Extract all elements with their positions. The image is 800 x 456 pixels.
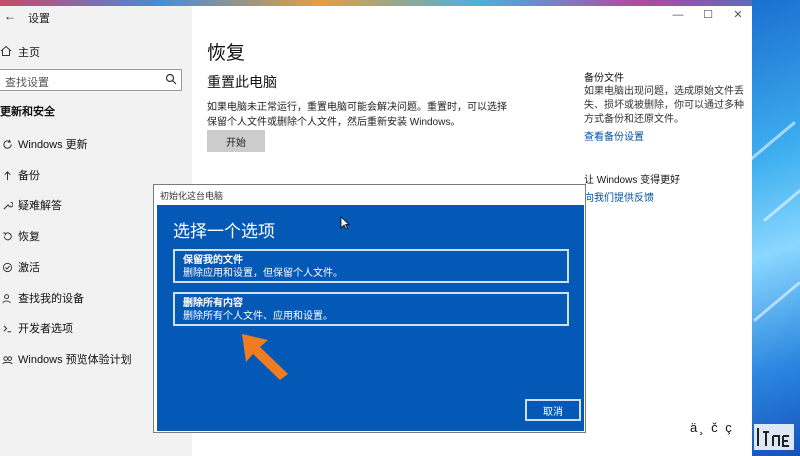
sync-icon — [0, 139, 14, 150]
keep-files-option[interactable]: 保留我的文件 删除应用和设置，但保留个人文件。 — [173, 249, 569, 283]
close-button[interactable]: ✕ — [724, 6, 752, 24]
person-location-icon — [0, 293, 14, 304]
orange-pointer-arrow-icon — [242, 334, 288, 380]
remove-everything-option[interactable]: 删除所有内容 删除所有个人文件、应用和设置。 — [173, 292, 569, 326]
backup-settings-link[interactable]: 查看备份设置 — [584, 128, 644, 143]
option-title: 保留我的文件 — [183, 255, 243, 266]
sidebar-item-label: Windows 预览体验计划 — [18, 354, 132, 366]
recovery-icon — [0, 231, 14, 242]
sidebar-item-label: 恢复 — [18, 231, 40, 243]
windows-insider-icon — [0, 354, 14, 365]
sidebar-item-home[interactable]: 主页 — [0, 42, 192, 62]
feedback-link[interactable]: 向我们提供反馈 — [584, 189, 654, 204]
minimize-button[interactable]: — — [664, 6, 692, 24]
backup-icon — [0, 170, 14, 181]
site-logo-icon — [754, 424, 794, 450]
desktop-wallpaper — [748, 0, 800, 456]
sidebar-item-label: 主页 — [18, 47, 40, 59]
check-circle-icon — [0, 262, 14, 273]
window-title: 设置 — [28, 13, 50, 25]
maximize-button[interactable]: ☐ — [694, 6, 722, 24]
sidebar-item-label: 开发者选项 — [18, 323, 73, 335]
cancel-button[interactable]: 取消 — [525, 399, 581, 421]
sidebar-item-backup[interactable]: 备份 — [0, 165, 192, 185]
start-button[interactable]: 开始 — [207, 130, 265, 152]
sidebar-item-label: 查找我的设备 — [18, 293, 84, 305]
sidebar-item-label: Windows 更新 — [18, 139, 88, 151]
wrench-icon — [0, 200, 14, 211]
improve-heading: 让 Windows 变得更好 — [584, 175, 681, 186]
page-title: 恢复 — [207, 43, 246, 64]
option-title: 删除所有内容 — [183, 298, 243, 309]
search-input[interactable]: 查找设置 — [0, 69, 182, 91]
backup-heading: 备份文件 — [584, 73, 624, 84]
dialog-body: 选择一个选项 保留我的文件 删除应用和设置，但保留个人文件。 删除所有内容 删除… — [157, 205, 584, 431]
sidebar-item-label: 激活 — [18, 262, 40, 274]
option-subtitle: 删除应用和设置，但保留个人文件。 — [183, 268, 343, 279]
backup-text: 如果电脑出现问题，选成原始文件丢失、损坏或被删除，你可以通过多种方式备份和还原文… — [584, 86, 744, 125]
reset-description: 如果电脑未正常运行，重置电脑可能会解决问题。重置时，可以选择保留个人文件或删除个… — [207, 102, 507, 128]
option-subtitle: 删除所有个人文件、应用和设置。 — [183, 311, 333, 322]
search-icon — [165, 73, 177, 85]
watermark-text: ä¸ č ç — [690, 420, 734, 435]
back-arrow-icon[interactable]: ← — [4, 9, 16, 23]
dialog-title: 初始化这台电脑 — [154, 185, 585, 205]
section-title: 重置此电脑 — [207, 74, 277, 90]
search-placeholder: 查找设置 — [5, 77, 49, 89]
sidebar-item-label: 备份 — [18, 170, 40, 182]
mouse-cursor-icon — [340, 216, 350, 230]
reset-pc-dialog: 初始化这台电脑 选择一个选项 保留我的文件 删除应用和设置，但保留个人文件。 删… — [153, 184, 586, 433]
developer-icon — [0, 323, 14, 334]
home-icon — [0, 45, 14, 60]
sidebar-item-windows-update[interactable]: Windows 更新 — [0, 134, 192, 154]
sidebar-item-label: 疑难解答 — [18, 200, 62, 212]
sidebar-section-title: 更新和安全 — [0, 106, 55, 118]
dialog-heading: 选择一个选项 — [173, 222, 275, 241]
